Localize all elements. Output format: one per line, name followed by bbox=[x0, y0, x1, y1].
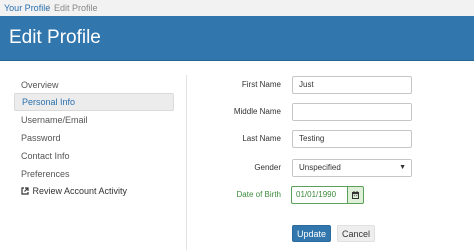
middle-name-field[interactable] bbox=[292, 103, 412, 121]
chevron-down-icon: ▼ bbox=[399, 164, 406, 171]
sidebar-nav: Overview Personal Info Username/Email Pa… bbox=[12, 75, 187, 250]
sidebar-item-overview[interactable]: Overview bbox=[14, 76, 174, 94]
first-name-label: First Name bbox=[241, 80, 281, 89]
gender-select-value: Unspecified bbox=[299, 163, 341, 172]
page-header: Edit Profile bbox=[0, 16, 474, 61]
dob-date-picker: 01/01/1990 bbox=[291, 186, 365, 204]
breadcrumb-your-profile-link[interactable]: Your Profile bbox=[4, 1, 50, 15]
sidebar-item-username-email[interactable]: Username/Email bbox=[14, 111, 174, 129]
page-title: Edit Profile bbox=[9, 27, 101, 48]
breadcrumb: Your Profile / Edit Profile bbox=[0, 0, 474, 16]
update-button[interactable]: Update bbox=[292, 225, 331, 242]
sidebar-item-preferences[interactable]: Preferences bbox=[14, 165, 174, 183]
breadcrumb-separator: / bbox=[47, 3, 50, 13]
gender-select[interactable]: Unspecified ▼ bbox=[292, 159, 412, 177]
external-link-icon bbox=[21, 182, 30, 200]
breadcrumb-current: Edit Profile bbox=[54, 3, 98, 13]
middle-name-label: Middle Name bbox=[233, 107, 281, 116]
dob-field[interactable]: 01/01/1990 bbox=[291, 186, 347, 204]
dob-label: Date of Birth bbox=[236, 190, 281, 199]
sidebar-item-password[interactable]: Password bbox=[14, 129, 174, 147]
dob-calendar-button[interactable] bbox=[347, 186, 364, 204]
sidebar-item-personal-info[interactable]: Personal Info bbox=[14, 93, 174, 111]
sidebar-item-review-label: Review Account Activity bbox=[32, 186, 128, 196]
sidebar-item-contact-info[interactable]: Contact Info bbox=[14, 147, 174, 165]
last-name-label: Last Name bbox=[242, 134, 281, 143]
last-name-field[interactable]: Testing bbox=[292, 130, 412, 148]
cancel-button[interactable]: Cancel bbox=[337, 225, 375, 242]
first-name-field[interactable]: Just bbox=[292, 76, 412, 94]
sidebar-item-review-account-activity[interactable]: Review Account Activity bbox=[14, 182, 174, 200]
gender-label: Gender bbox=[254, 163, 281, 172]
